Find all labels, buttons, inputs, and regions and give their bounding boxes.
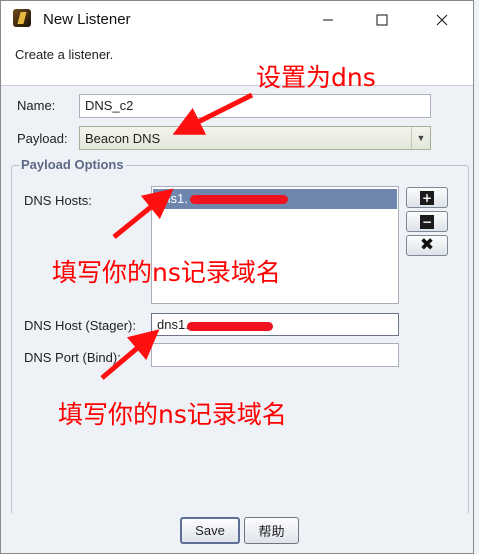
annotation-arrow [172,92,254,135]
annotation-arrow [100,329,160,380]
annotation-arrow [112,188,174,239]
annotation-arrows [100,92,254,380]
